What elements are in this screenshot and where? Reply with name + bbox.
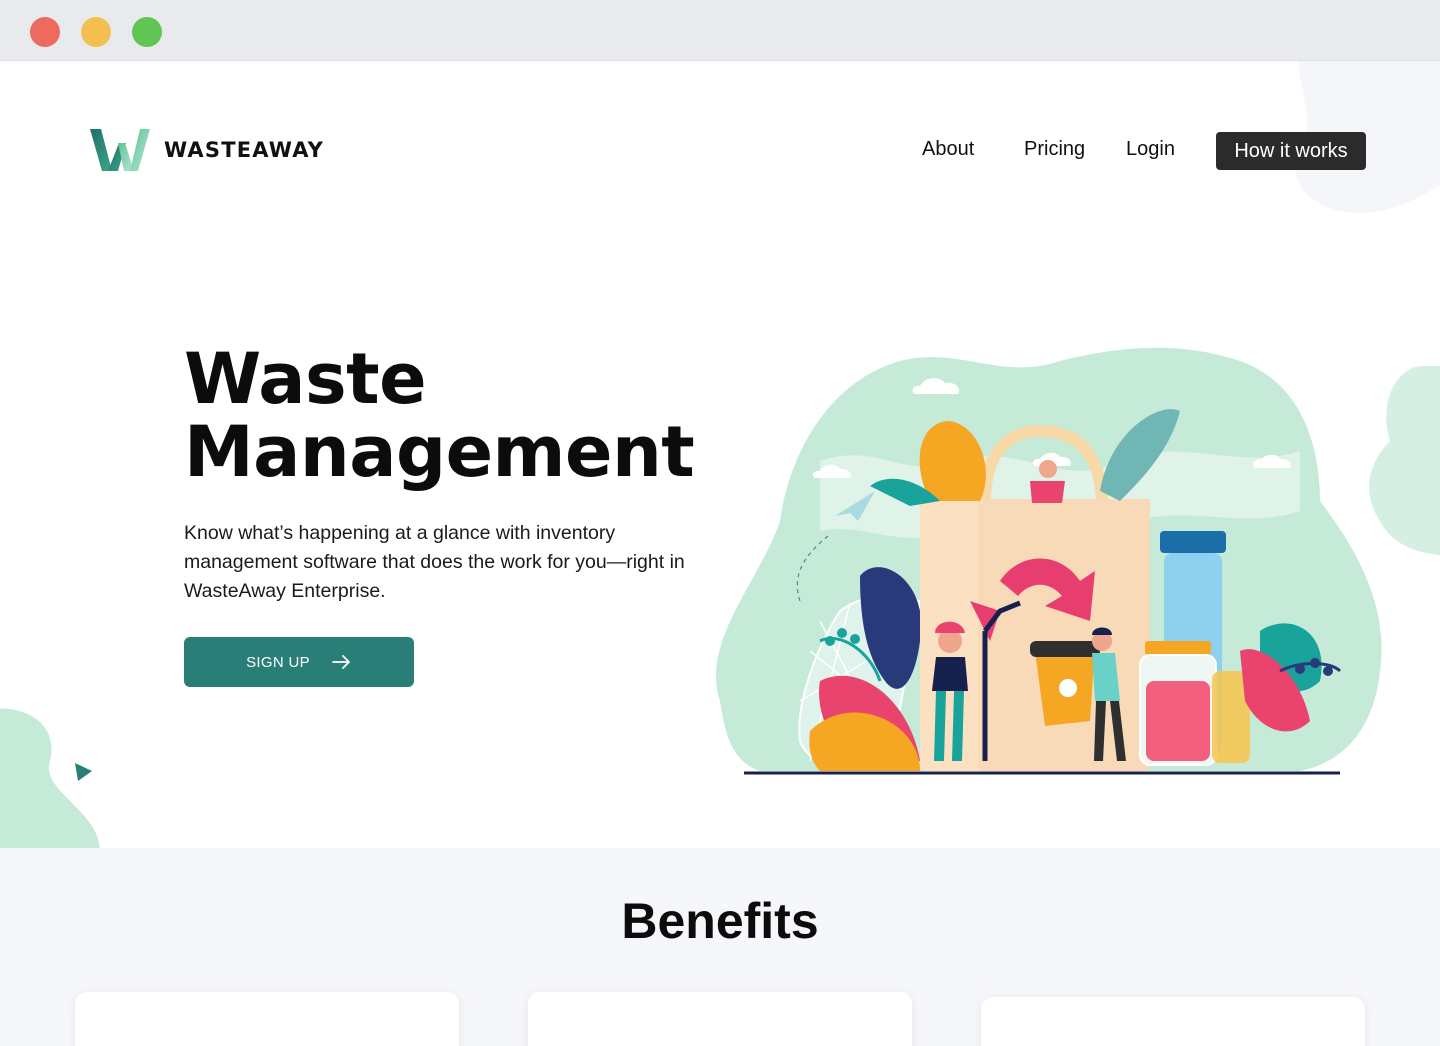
browser-window: WASTEAWAY About Pricing Login How it wor…: [0, 0, 1440, 1046]
nav-link-login[interactable]: Login: [1126, 138, 1175, 161]
sign-up-label: SIGN UP: [246, 653, 310, 671]
close-window-button[interactable]: [30, 17, 60, 47]
hero-title: Waste Management: [184, 343, 695, 489]
benefit-card: [981, 997, 1365, 1046]
page-content: WASTEAWAY About Pricing Login How it wor…: [0, 61, 1440, 1046]
shopping-bag-recycling-illustration: [715, 347, 1382, 775]
maximize-window-button[interactable]: [132, 17, 162, 47]
minimize-window-button[interactable]: [81, 17, 111, 47]
benefit-card: [528, 992, 912, 1046]
benefit-card: [75, 992, 459, 1046]
how-it-works-button[interactable]: How it works: [1216, 132, 1366, 170]
window-titlebar: [0, 0, 1440, 61]
main-nav: About Pricing Login How it works: [0, 132, 1440, 172]
nav-link-about[interactable]: About: [922, 138, 974, 161]
arrow-right-icon: [331, 655, 350, 669]
hero-description: Know what’s happening at a glance with i…: [184, 522, 685, 602]
benefits-title: Benefits: [621, 893, 819, 949]
hero-title-line-1: Waste: [184, 338, 427, 420]
nav-link-pricing[interactable]: Pricing: [1024, 138, 1085, 161]
hero-title-line-2: Management: [184, 411, 695, 493]
sign-up-button[interactable]: SIGN UP: [184, 637, 414, 687]
